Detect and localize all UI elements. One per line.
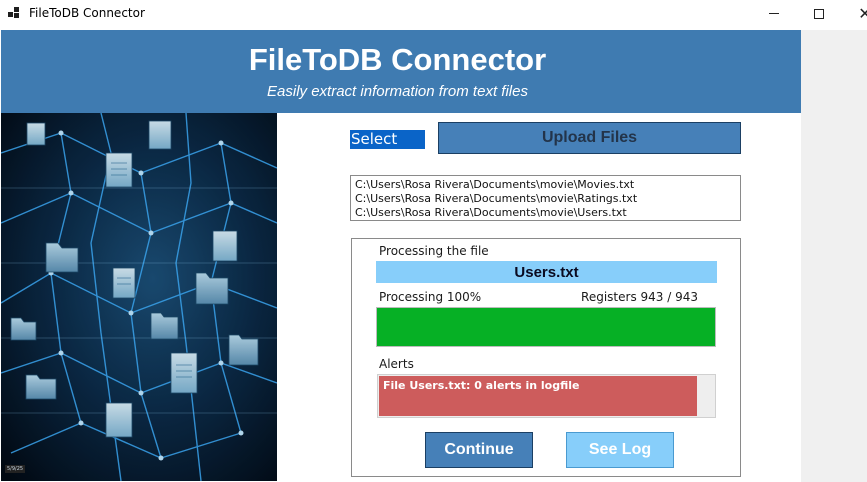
close-button[interactable]: ✕ xyxy=(842,0,867,27)
maximize-button[interactable] xyxy=(796,0,842,27)
selected-files-list[interactable]: C:\Users\Rosa Rivera\Documents\movie\Mov… xyxy=(350,175,741,221)
processing-percent: Processing 100% xyxy=(379,290,482,304)
alert-item[interactable]: File Users.txt: 0 alerts in logfile xyxy=(379,376,697,416)
close-icon: ✕ xyxy=(858,3,867,23)
processing-label: Processing the file xyxy=(379,244,489,258)
header-subtitle: Easily extract information from text fil… xyxy=(267,83,528,100)
app-icon xyxy=(8,7,20,19)
file-list-item[interactable]: C:\Users\Rosa Rivera\Documents\movie\Rat… xyxy=(355,192,740,206)
current-file-name: Users.txt xyxy=(376,261,717,283)
file-list-item[interactable]: C:\Users\Rosa Rivera\Documents\movie\Mov… xyxy=(355,178,740,192)
file-list-item[interactable]: C:\Users\Rosa Rivera\Documents\movie\Use… xyxy=(355,206,740,220)
image-tag: 5/9/25 xyxy=(5,465,26,473)
progress-fill xyxy=(377,308,715,346)
header-title: FileToDB Connector xyxy=(248,42,547,77)
upload-files-button[interactable]: Upload Files xyxy=(438,122,741,154)
see-log-button[interactable]: See Log xyxy=(566,432,674,468)
minimize-button[interactable] xyxy=(751,0,797,27)
alerts-list[interactable]: File Users.txt: 0 alerts in logfile xyxy=(377,374,716,418)
network-files-illustration xyxy=(1,113,277,481)
progress-bar xyxy=(376,307,716,347)
select-files-label[interactable]: Select files xyxy=(350,130,425,167)
network-files-image: 5/9/25 xyxy=(1,113,277,481)
alerts-label: Alerts xyxy=(379,357,414,371)
window-title-bar: FileToDB Connector ✕ xyxy=(0,0,867,27)
minimize-icon xyxy=(769,13,779,14)
header-banner: FileToDB Connector Easily extract inform… xyxy=(1,30,801,113)
continue-button[interactable]: Continue xyxy=(425,432,533,468)
window-title: FileToDB Connector xyxy=(29,6,145,20)
maximize-icon xyxy=(814,8,824,19)
registers-count: Registers 943 / 943 xyxy=(581,290,698,304)
window-gutter xyxy=(801,30,867,482)
